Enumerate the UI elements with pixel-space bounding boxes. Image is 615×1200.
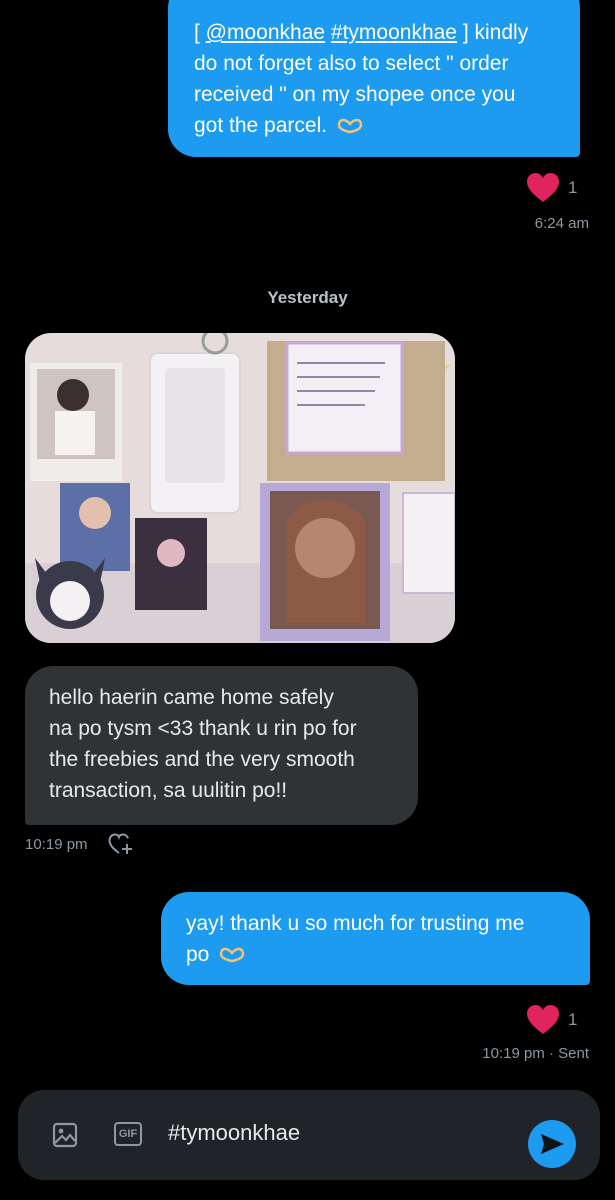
like-count: 1: [568, 178, 578, 197]
message-timestamp: 10:19 pm · Sent: [482, 1045, 589, 1062]
incoming-message-bubble[interactable]: hello haerin came home safely na po tysm…: [25, 666, 418, 825]
message-text: [ @moonkhae #tymoonkhae ] kindly do not …: [194, 21, 529, 137]
send-button[interactable]: [528, 1120, 576, 1168]
mention-link[interactable]: @moonkhae: [206, 21, 325, 44]
like-heart-icon[interactable]: [526, 172, 560, 204]
outgoing-message-bubble[interactable]: [ @moonkhae #tymoonkhae ] kindly do not …: [168, 0, 580, 157]
like-count: 1: [568, 1010, 578, 1029]
message-text: yay! thank u so much for trusting me po: [186, 912, 525, 966]
add-reaction-icon[interactable]: [108, 832, 134, 856]
message-input[interactable]: #tymoonkhae: [168, 1120, 300, 1146]
send-icon: [541, 1134, 564, 1154]
heart-hands-emoji: [337, 118, 363, 134]
hashtag-link[interactable]: #tymoonkhae: [331, 21, 457, 44]
date-divider: Yesterday: [267, 288, 348, 307]
like-heart-icon[interactable]: [526, 1004, 560, 1036]
photo-attachment[interactable]: [25, 333, 455, 643]
heart-hands-emoji: [219, 947, 245, 963]
gif-icon[interactable]: GIF: [114, 1122, 142, 1146]
message-text: hello haerin came home safely na po tysm…: [49, 686, 357, 802]
parcel-photo-image: [25, 333, 455, 643]
outgoing-message-bubble[interactable]: yay! thank u so much for trusting me po: [161, 892, 590, 985]
message-composer: GIF #tymoonkhae: [18, 1090, 600, 1180]
image-icon[interactable]: [52, 1122, 78, 1148]
message-timestamp: 6:24 am: [534, 215, 589, 232]
message-timestamp: 10:19 pm: [25, 836, 88, 853]
